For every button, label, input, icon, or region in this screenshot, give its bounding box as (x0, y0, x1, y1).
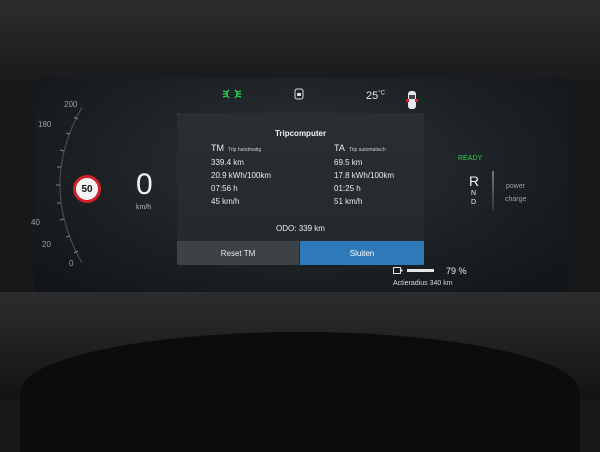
outside-temperature: 25°C (366, 90, 385, 102)
dashboard-bottom-bezel (0, 292, 600, 452)
gear-d: D (471, 199, 477, 206)
trip-auto-header: TA Trip automatisch (334, 144, 394, 153)
close-button[interactable]: Sluiten (300, 241, 424, 265)
trip-auto-column: TA Trip automatisch 69.5 km 17.8 kWh/100k… (334, 144, 394, 211)
car-top-view-icon (406, 91, 418, 109)
temperature-value: 25 (366, 90, 379, 102)
speed-limit-sign: 50 (73, 175, 101, 203)
trip-auto-consumption: 17.8 kWh/100km (334, 171, 395, 180)
odometer: ODO: 339 km (276, 224, 325, 233)
trip-manual-name: Trip handmatig (228, 147, 262, 153)
trip-manual-consumption: 20.9 kWh/100km (211, 171, 272, 180)
trip-manual-column: TM Trip handmatig 339.4 km 20.9 kWh/100km… (211, 144, 271, 211)
trip-auto-code: TA (334, 143, 345, 153)
trip-computer-panel: Tripcomputer TM Trip handmatig 339.4 km 2… (177, 113, 424, 265)
battery-percent: 79 % (446, 266, 467, 276)
trip-auto-time: 01:25 h (334, 184, 361, 193)
current-speed: 0 (136, 168, 153, 201)
trip-manual-avg-speed: 45 km/h (211, 197, 240, 206)
steering-column-shroud (20, 332, 580, 452)
dashboard-top-bezel (0, 0, 600, 80)
charge-label: charge (505, 196, 527, 203)
speed-scale-label: 40 (31, 218, 40, 227)
battery-icon (393, 267, 434, 274)
driving-range: Actieradius 340 km (393, 280, 453, 287)
speed-scale-label: 20 (42, 240, 51, 249)
power-gauge-bar (492, 171, 494, 211)
trip-manual-time: 07:56 h (211, 184, 238, 193)
speed-scale-label: 200 (64, 100, 78, 109)
gear-r: R (469, 173, 480, 189)
trip-manual-header: TM Trip handmatig (211, 144, 271, 153)
speed-scale-label: 0 (69, 259, 74, 268)
trip-auto-avg-speed: 51 km/h (334, 197, 363, 206)
trip-computer-body: Tripcomputer TM Trip handmatig 339.4 km 2… (177, 113, 424, 265)
trip-manual-code: TM (211, 143, 224, 153)
reset-tm-button[interactable]: Reset TM (177, 241, 299, 265)
speed-scale-label: 180 (38, 120, 52, 129)
car-front-icon (294, 88, 304, 100)
ready-indicator: READY (458, 155, 483, 162)
temperature-unit: °C (378, 90, 385, 97)
trip-manual-distance: 339.4 km (211, 158, 244, 167)
trip-auto-name: Trip automatisch (348, 147, 386, 153)
power-label: power (506, 183, 526, 190)
trip-auto-distance: 69.5 km (334, 158, 363, 167)
gear-n: N (471, 190, 477, 197)
speed-unit: km/h (136, 204, 152, 211)
gear-selector: R N D (469, 174, 479, 206)
headlights-icon (222, 89, 242, 99)
trip-computer-title: Tripcomputer (274, 129, 327, 138)
